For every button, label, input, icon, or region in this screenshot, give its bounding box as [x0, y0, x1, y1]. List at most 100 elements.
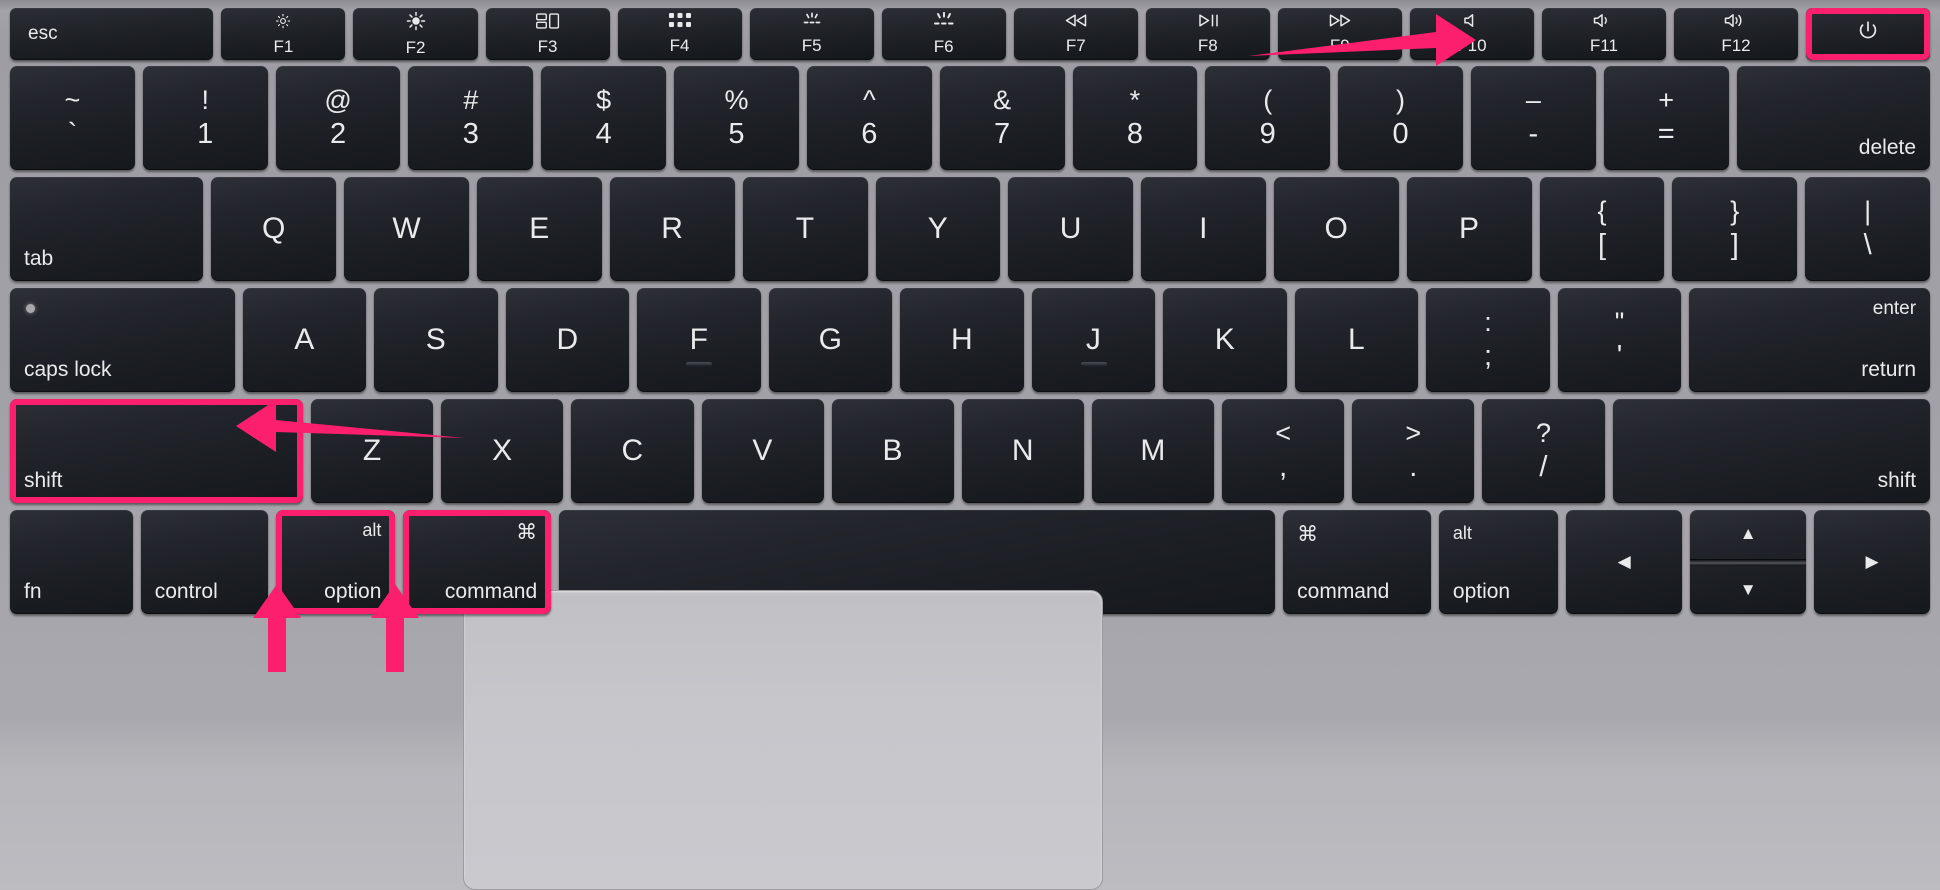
digit-9-key[interactable]: ( 9: [1205, 66, 1331, 170]
s-key[interactable]: S: [374, 288, 498, 392]
p-label: P: [1458, 212, 1480, 245]
option-left-key[interactable]: alt option: [276, 510, 396, 614]
digit-2-label: 2: [329, 118, 347, 150]
y-key[interactable]: Y: [875, 177, 1001, 281]
bracket-left-key[interactable]: { [: [1539, 177, 1665, 281]
command-left-key[interactable]: ⌘ command: [403, 510, 552, 614]
digit-8-key[interactable]: * 8: [1072, 66, 1198, 170]
option-right-key[interactable]: alt option: [1438, 510, 1559, 614]
f6-key[interactable]: F6: [881, 8, 1006, 60]
j-key[interactable]: J: [1031, 288, 1156, 392]
shift-right-key[interactable]: shift: [1612, 399, 1931, 503]
o-key[interactable]: O: [1273, 177, 1399, 281]
a-key[interactable]: A: [242, 288, 367, 392]
k-key[interactable]: K: [1163, 288, 1287, 392]
semicolon-label: ;: [1483, 340, 1493, 372]
v-key[interactable]: V: [701, 399, 824, 503]
backslash-key[interactable]: | \: [1805, 177, 1931, 281]
f8-key[interactable]: F8: [1145, 8, 1270, 60]
p-key[interactable]: P: [1406, 177, 1532, 281]
tab-key[interactable]: tab: [10, 177, 204, 281]
power-key[interactable]: [1806, 8, 1931, 60]
f11-key[interactable]: F11: [1541, 8, 1666, 60]
f8-label: F8: [1197, 36, 1218, 55]
w-label: W: [392, 212, 422, 245]
enter-label: enter: [1872, 298, 1917, 319]
d-key[interactable]: D: [505, 288, 630, 392]
d-label: D: [556, 323, 579, 356]
w-key[interactable]: W: [344, 177, 470, 281]
command-symbol-icon: ⌘: [1297, 523, 1319, 546]
g-key[interactable]: G: [768, 288, 893, 392]
comma-key[interactable]: < ,: [1222, 399, 1345, 503]
period-key[interactable]: > .: [1352, 399, 1475, 503]
f9-key[interactable]: F9: [1277, 8, 1402, 60]
delete-label: delete: [1858, 136, 1917, 159]
command-right-key[interactable]: ⌘ command: [1283, 510, 1431, 614]
z-key[interactable]: Z: [311, 399, 434, 503]
digit-6-key[interactable]: ^ 6: [806, 66, 932, 170]
arrow-down-icon[interactable]: ▼: [1690, 566, 1806, 615]
brace-right-label: }: [1730, 196, 1740, 226]
delete-key[interactable]: delete: [1736, 66, 1931, 170]
digit-0-shift-label: ): [1396, 85, 1406, 115]
digit-2-key[interactable]: @ 2: [275, 66, 401, 170]
digit-3-key[interactable]: # 3: [408, 66, 534, 170]
f7-key[interactable]: F7: [1013, 8, 1138, 60]
backtick-key[interactable]: ~ `: [10, 66, 135, 170]
bracket-right-key[interactable]: } ]: [1672, 177, 1798, 281]
trackpad[interactable]: [463, 590, 1103, 890]
b-key[interactable]: B: [831, 399, 954, 503]
f10-key[interactable]: F10: [1409, 8, 1534, 60]
e-key[interactable]: E: [477, 177, 602, 281]
x-key[interactable]: X: [441, 399, 564, 503]
alt-label: alt: [1452, 523, 1472, 543]
f12-key[interactable]: F12: [1673, 8, 1798, 60]
arrow-up-icon[interactable]: ▲: [1690, 510, 1806, 559]
fn-key[interactable]: fn: [10, 510, 133, 614]
control-key[interactable]: control: [140, 510, 269, 614]
minus-key[interactable]: – -: [1470, 66, 1596, 170]
digit-4-key[interactable]: $ 4: [541, 66, 667, 170]
arrow-up-down-key[interactable]: ▲ ▼: [1690, 510, 1807, 615]
r-key[interactable]: R: [609, 177, 735, 281]
f3-key[interactable]: F3: [485, 8, 610, 60]
q-label: Q: [261, 212, 286, 245]
f4-key[interactable]: F4: [617, 8, 742, 60]
f5-key[interactable]: F5: [749, 8, 874, 60]
semicolon-key[interactable]: : ;: [1426, 288, 1550, 392]
u-key[interactable]: U: [1008, 177, 1134, 281]
digit-1-key[interactable]: ! 1: [142, 66, 268, 170]
slash-key[interactable]: ? /: [1482, 399, 1605, 503]
arrow-right-key[interactable]: ▶: [1814, 510, 1930, 614]
t-key[interactable]: T: [742, 177, 868, 281]
digit-5-key[interactable]: % 5: [674, 66, 799, 170]
l-key[interactable]: L: [1294, 288, 1419, 392]
q-key[interactable]: Q: [211, 177, 337, 281]
c-key[interactable]: C: [571, 399, 694, 503]
digit-6-label: 6: [861, 118, 878, 150]
esc-key[interactable]: esc: [10, 8, 214, 60]
n-key[interactable]: N: [961, 399, 1084, 503]
f1-key[interactable]: F1: [221, 8, 346, 60]
h-key[interactable]: H: [900, 288, 1024, 392]
play-pause-icon: [1195, 12, 1221, 33]
digit-1-label: 1: [197, 118, 214, 150]
backslash-label: \: [1863, 229, 1872, 261]
digit-7-key[interactable]: & 7: [939, 66, 1065, 170]
caps-lock-key[interactable]: caps lock: [10, 288, 235, 392]
shift-left-key[interactable]: shift: [10, 399, 304, 503]
return-key[interactable]: enter return: [1689, 288, 1931, 392]
m-key[interactable]: M: [1091, 399, 1215, 503]
f-key[interactable]: F: [637, 288, 761, 392]
quote-key[interactable]: " ': [1557, 288, 1682, 392]
f10-label: F10: [1457, 36, 1487, 55]
f2-key[interactable]: F2: [353, 8, 478, 60]
command-left-label: command: [444, 580, 538, 603]
equal-key[interactable]: + =: [1603, 66, 1729, 170]
alt-label: alt: [362, 520, 382, 540]
i-key[interactable]: I: [1141, 177, 1266, 281]
digit-6-shift-label: ^: [862, 85, 876, 115]
digit-0-key[interactable]: ) 0: [1338, 66, 1463, 170]
arrow-left-key[interactable]: ◀: [1566, 510, 1683, 614]
